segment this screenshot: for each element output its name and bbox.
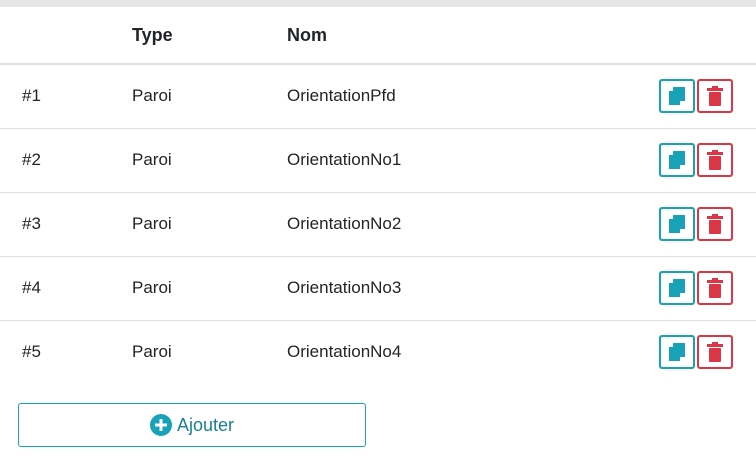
row-nom: OrientationNo3 [287,278,402,297]
copy-icon [668,86,686,106]
table-row: #2 Paroi OrientationNo1 [0,128,756,192]
copy-button[interactable] [659,207,695,241]
row-num: #5 [22,342,41,362]
table-header-row: Type Nom [0,7,756,64]
copy-icon [668,214,686,234]
table-row: #4 Paroi OrientationNo3 [0,256,756,320]
row-type: Paroi [132,86,172,106]
trash-icon [707,342,723,363]
add-button[interactable]: Ajouter [18,403,366,447]
row-type: Paroi [132,278,172,297]
row-num: #1 [22,86,41,106]
plus-circle-icon [149,414,172,436]
row-nom: OrientationPfd [287,86,396,106]
trash-icon [707,214,723,234]
row-actions [617,256,756,320]
row-actions [617,192,756,256]
delete-button[interactable] [697,79,733,114]
row-num: #4 [22,278,41,297]
delete-button[interactable] [697,207,733,241]
row-type: Paroi [132,342,172,362]
delete-button[interactable] [697,143,733,177]
table-row: #1 Paroi OrientationPfd [0,64,756,128]
add-button-label: Ajouter [176,414,235,435]
header-num [0,7,132,64]
row-action-group [659,335,756,370]
row-actions [617,64,756,128]
row-action-group [659,79,756,114]
copy-button[interactable] [659,335,695,370]
row-nom: OrientationNo1 [287,150,402,169]
row-type: Paroi [132,214,172,233]
top-border [0,0,756,7]
delete-button[interactable] [697,335,733,370]
header-type: Type [132,24,173,45]
data-table: Type Nom #1 Paroi OrientationPfd #2 Paroi Ori… [0,7,756,384]
copy-button[interactable] [659,79,695,114]
header-nom: Nom [287,24,327,45]
copy-icon [668,342,686,362]
header-actions [617,7,756,64]
trash-icon [707,278,723,298]
table-row: #3 Paroi OrientationNo2 [0,192,756,256]
copy-button[interactable] [659,143,695,177]
copy-icon [668,278,686,298]
copy-button[interactable] [659,271,695,305]
copy-icon [668,150,686,170]
delete-button[interactable] [697,271,733,305]
row-nom: OrientationNo2 [287,214,402,233]
row-action-group [659,207,756,241]
row-action-group [659,143,756,177]
trash-icon [707,86,723,107]
row-nom: OrientationNo4 [287,342,402,362]
row-actions [617,320,756,384]
row-type: Paroi [132,150,172,169]
row-actions [617,128,756,192]
row-num: #3 [22,214,41,233]
row-action-group [659,271,756,305]
table-row: #5 Paroi OrientationNo4 [0,320,756,384]
row-num: #2 [22,150,41,169]
trash-icon [707,150,723,170]
